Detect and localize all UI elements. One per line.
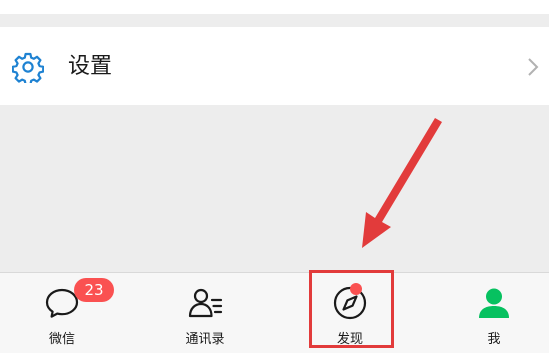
contacts-icon — [188, 288, 223, 318]
bottom-tab-bar: 23 微信 通讯录 发现 我 — [0, 272, 549, 353]
discover-highlight-box — [309, 270, 394, 348]
settings-row[interactable]: 设置 — [0, 27, 549, 105]
chevron-right-icon — [528, 58, 539, 76]
tab-me[interactable]: 我 — [434, 273, 549, 353]
tab-me-label: 我 — [487, 332, 501, 347]
settings-label: 设置 — [68, 54, 113, 79]
gear-icon — [12, 52, 44, 83]
tab-contacts[interactable]: 通讯录 — [145, 273, 265, 353]
tab-wechat[interactable]: 23 微信 — [2, 273, 122, 353]
tab-contacts-label: 通讯录 — [185, 332, 225, 347]
top-strip — [0, 0, 549, 14]
unread-badge: 23 — [74, 278, 114, 302]
tab-wechat-label: 微信 — [48, 332, 75, 347]
person-icon — [479, 288, 509, 318]
